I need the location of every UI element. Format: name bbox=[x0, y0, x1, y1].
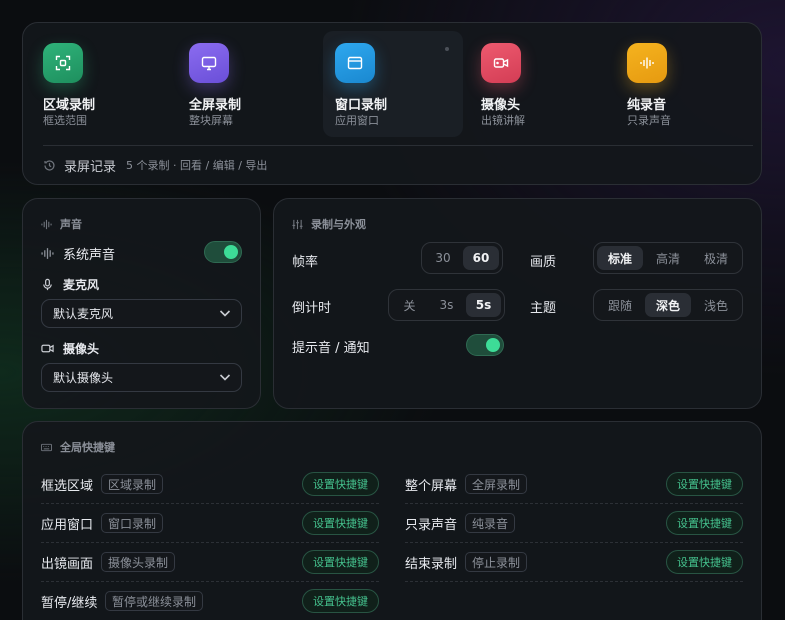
shortcut-name: 整个屏幕 bbox=[405, 479, 458, 494]
global-shortcuts-panel: 全局快捷键 框选区域 区域录制 设置快捷键 应用窗口 窗口录制 设置快捷键 出镜画面 摄像头录… bbox=[22, 421, 762, 620]
set-shortcut-button[interactable]: 设置快捷键 bbox=[302, 550, 379, 574]
mode-subtitle: 框选范围 bbox=[43, 114, 87, 127]
shortcut-row: 只录声音 纯录音 设置快捷键 bbox=[405, 504, 743, 543]
microphone-icon bbox=[43, 278, 52, 291]
countdown-option[interactable]: 3s bbox=[429, 293, 464, 317]
shortcut-action-tag: 窗口录制 bbox=[101, 513, 164, 533]
mode-title: 纯录音 bbox=[627, 98, 667, 113]
mode-item[interactable]: 摄像头 出镜讲解 bbox=[469, 31, 609, 137]
set-shortcut-button[interactable]: 设置快捷键 bbox=[666, 472, 743, 496]
shortcut-action-tag: 区域录制 bbox=[101, 474, 164, 494]
notify-label: 提示音 / 通知 bbox=[292, 341, 370, 356]
set-shortcut-button[interactable]: 设置快捷键 bbox=[666, 550, 743, 574]
shortcut-row: 暂停/继续 暂停或继续录制 设置快捷键 bbox=[41, 582, 379, 620]
fps-label: 帧率 bbox=[292, 255, 319, 270]
countdown-segmented: 关 3s 5s bbox=[388, 289, 505, 321]
region-select-icon bbox=[43, 43, 83, 83]
shortcut-name: 只录声音 bbox=[405, 518, 458, 533]
mode-list: 区域录制 框选范围 全屏录制 整块屏幕 窗口录制 应用窗口 摄像头 出镜讲解 纯录音 只录声音 bbox=[31, 31, 753, 137]
mode-item[interactable]: 全屏录制 整块屏幕 bbox=[177, 31, 317, 137]
mode-title: 摄像头 bbox=[481, 98, 521, 113]
fps-option[interactable]: 60 bbox=[463, 246, 499, 270]
camera-select[interactable]: 默认摄像头 bbox=[41, 363, 242, 392]
mode-item[interactable]: 纯录音 只录声音 bbox=[615, 31, 755, 137]
shortcut-row: 应用窗口 窗口录制 设置快捷键 bbox=[41, 504, 379, 543]
shortcut-row: 出镜画面 摄像头录制 设置快捷键 bbox=[41, 543, 379, 582]
mode-item[interactable]: 区域录制 框选范围 bbox=[31, 31, 171, 137]
shortcut-name: 暂停/继续 bbox=[41, 596, 98, 611]
record-appearance-panel: 录制与外观 帧率 30 60 画质 标准 高清 极清 倒计时 关 3s 5s 主题 跟随深… bbox=[273, 198, 762, 409]
toggle-knob bbox=[486, 338, 500, 352]
shortcut-action-tag: 摄像头录制 bbox=[101, 552, 176, 572]
mode-subtitle: 整块屏幕 bbox=[189, 114, 233, 127]
quality-label: 画质 bbox=[530, 255, 557, 270]
shortcut-row: 框选区域 区域录制 设置快捷键 bbox=[41, 465, 379, 504]
audio-wave-icon bbox=[627, 43, 667, 83]
theme-segmented: 跟随 深色 浅色 bbox=[593, 289, 743, 321]
shortcut-action-tag: 全屏录制 bbox=[465, 474, 528, 494]
toggle-knob bbox=[224, 245, 238, 259]
system-audio-label: 系统声音 bbox=[41, 244, 115, 263]
shortcut-name: 出镜画面 bbox=[41, 557, 94, 572]
video-camera-icon bbox=[41, 344, 54, 353]
microphone-label: 麦克风 bbox=[41, 276, 99, 293]
mode-title: 全屏录制 bbox=[189, 98, 242, 113]
sound-panel: 声音 系统声音 麦克风 默认麦克风 摄像头 默认摄像头 bbox=[22, 198, 261, 409]
shortcut-row: 整个屏幕 全屏录制 设置快捷键 bbox=[405, 465, 743, 504]
mode-subtitle: 应用窗口 bbox=[335, 114, 379, 127]
theme-label: 主题 bbox=[530, 301, 557, 316]
chevron-down-icon bbox=[219, 374, 231, 381]
theme-option[interactable]: 浅色 bbox=[693, 293, 739, 317]
shortcut-name: 结束录制 bbox=[405, 557, 458, 572]
set-shortcut-button[interactable]: 设置快捷键 bbox=[302, 511, 379, 535]
chevron-down-icon bbox=[219, 310, 231, 317]
mode-subtitle: 只录声音 bbox=[627, 114, 671, 127]
history-info: 5 个录制 · 回看 / 编辑 / 导出 bbox=[126, 159, 268, 172]
history-icon bbox=[44, 159, 55, 171]
mode-title: 窗口录制 bbox=[335, 98, 388, 113]
camera-icon bbox=[481, 43, 521, 83]
shortcut-row: 结束录制 停止录制 设置快捷键 bbox=[405, 543, 743, 582]
monitor-icon bbox=[189, 43, 229, 83]
notify-toggle[interactable] bbox=[466, 334, 504, 356]
theme-option[interactable]: 跟随 bbox=[597, 293, 643, 317]
countdown-option[interactable]: 5s bbox=[466, 293, 501, 317]
shortcut-action-tag: 暂停或继续录制 bbox=[105, 591, 204, 611]
quality-option[interactable]: 极清 bbox=[693, 246, 739, 270]
sound-section-title: 声音 bbox=[41, 216, 82, 232]
mode-item[interactable]: 窗口录制 应用窗口 bbox=[323, 31, 463, 137]
set-shortcut-button[interactable]: 设置快捷键 bbox=[302, 589, 379, 613]
shortcut-name: 框选区域 bbox=[41, 479, 94, 494]
history-label: 录屏记录 bbox=[64, 159, 117, 175]
theme-option[interactable]: 深色 bbox=[645, 293, 691, 317]
quality-segmented: 标准 高清 极清 bbox=[593, 242, 743, 274]
audio-wave-icon bbox=[41, 248, 54, 259]
countdown-label: 倒计时 bbox=[292, 301, 332, 316]
shortcuts-section-title: 全局快捷键 bbox=[41, 439, 115, 455]
record-section-title: 录制与外观 bbox=[292, 216, 366, 232]
fps-segmented: 30 60 bbox=[421, 242, 503, 274]
window-icon bbox=[335, 43, 375, 83]
quality-option[interactable]: 标准 bbox=[597, 246, 643, 270]
shortcut-action-tag: 纯录音 bbox=[465, 513, 516, 533]
sliders-icon bbox=[292, 219, 303, 229]
set-shortcut-button[interactable]: 设置快捷键 bbox=[666, 511, 743, 535]
audio-wave-icon bbox=[41, 219, 52, 229]
shortcut-name: 应用窗口 bbox=[41, 518, 94, 533]
quality-option[interactable]: 高清 bbox=[645, 246, 691, 270]
set-shortcut-button[interactable]: 设置快捷键 bbox=[302, 472, 379, 496]
active-indicator-dot bbox=[445, 47, 449, 51]
recording-history-link[interactable]: 录屏记录 5 个录制 · 回看 / 编辑 / 导出 bbox=[43, 156, 268, 175]
fps-option[interactable]: 30 bbox=[425, 246, 461, 270]
countdown-option[interactable]: 关 bbox=[392, 293, 427, 317]
divider bbox=[43, 145, 753, 146]
shortcut-action-tag: 停止录制 bbox=[465, 552, 528, 572]
system-audio-toggle[interactable] bbox=[204, 241, 242, 263]
mode-subtitle: 出镜讲解 bbox=[481, 114, 525, 127]
keyboard-icon bbox=[41, 443, 52, 451]
mode-title: 区域录制 bbox=[43, 98, 96, 113]
recording-mode-panel: 区域录制 框选范围 全屏录制 整块屏幕 窗口录制 应用窗口 摄像头 出镜讲解 纯录音 只录声音 录… bbox=[22, 22, 762, 185]
microphone-select[interactable]: 默认麦克风 bbox=[41, 299, 242, 328]
camera-label: 摄像头 bbox=[41, 340, 99, 357]
